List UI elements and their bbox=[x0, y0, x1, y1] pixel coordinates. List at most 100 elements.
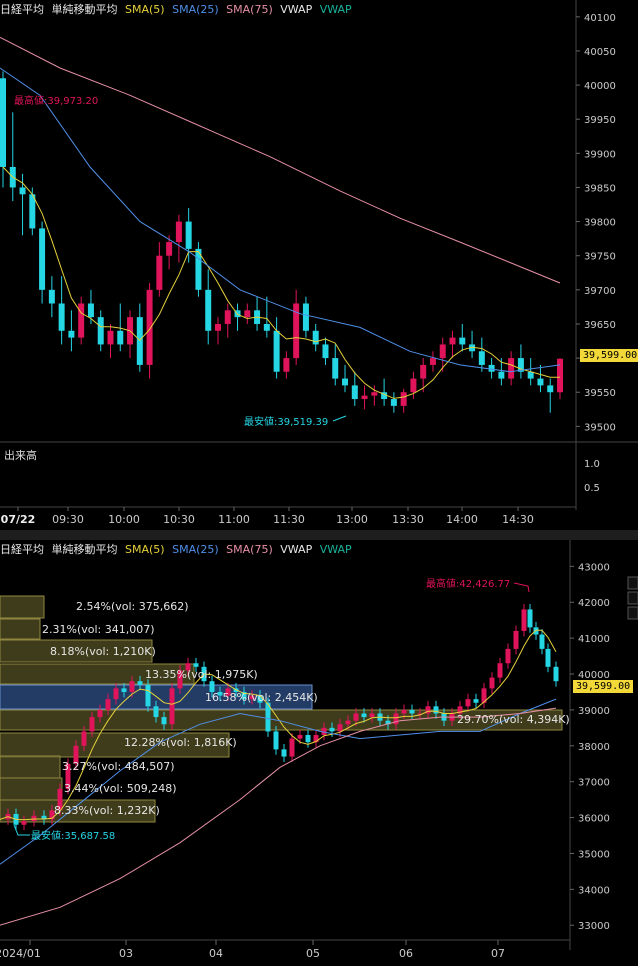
x-tick-label: 04 bbox=[209, 947, 223, 960]
x-tick-label: 07 bbox=[491, 947, 505, 960]
legend-instrument: 日経平均 bbox=[0, 3, 44, 16]
candle-body bbox=[329, 727, 335, 732]
candle-body bbox=[244, 310, 251, 318]
candle-body bbox=[175, 221, 182, 243]
x-tick-label: 10:00 bbox=[108, 513, 140, 526]
intraday-chart-panel[interactable]: 40100 40050 40000 39950 39900 39850 39800 39750… bbox=[0, 0, 638, 530]
candle-body bbox=[322, 344, 329, 359]
high-annotation: 最高値:39,973.20 bbox=[14, 94, 98, 107]
candle-body bbox=[224, 310, 231, 324]
legend-sma5[interactable]: SMA(5) bbox=[125, 543, 165, 556]
volume-profile-label: 16.58%(vol: 2,454K) bbox=[205, 691, 318, 704]
candle-body bbox=[508, 358, 515, 379]
candle-body bbox=[459, 337, 466, 345]
candle-body bbox=[121, 688, 127, 692]
x-tick-label: 05 bbox=[306, 947, 320, 960]
y-tick-label: 33000 bbox=[578, 921, 610, 932]
x-tick-label: 07/22 bbox=[1, 513, 36, 526]
legend-vwap[interactable]: VWAP bbox=[280, 543, 312, 556]
volume-tick-label: 0.5 bbox=[584, 483, 600, 494]
candle-body bbox=[145, 684, 151, 707]
candle-body bbox=[283, 358, 290, 372]
legend-sma75[interactable]: SMA(75) bbox=[226, 3, 273, 16]
candle-body bbox=[185, 221, 192, 249]
candle-body bbox=[342, 378, 349, 386]
legend-vwap-2[interactable]: VWAP bbox=[320, 543, 352, 556]
legend-vwap-2[interactable]: VWAP bbox=[320, 3, 352, 16]
pane-divider[interactable] bbox=[0, 530, 638, 540]
candle-body bbox=[205, 289, 212, 331]
scroll-stub bbox=[627, 606, 638, 620]
y-tick-label: 40050 bbox=[584, 47, 616, 58]
daily-chart-panel[interactable]: 43000 42000 41000 40000 39000 38000 37000 36000… bbox=[0, 540, 638, 963]
x-tick-label: 03 bbox=[119, 947, 133, 960]
candle-body bbox=[193, 663, 199, 667]
candle-body bbox=[312, 330, 319, 345]
candle-body bbox=[353, 713, 359, 721]
legend-sma75[interactable]: SMA(75) bbox=[226, 543, 273, 556]
candle-body bbox=[369, 713, 375, 718]
daily-chart[interactable]: 4300042000410004000039000380003700036000… bbox=[0, 540, 638, 963]
candle-body bbox=[161, 717, 167, 725]
candle-body bbox=[129, 681, 135, 692]
candle-body bbox=[545, 648, 551, 667]
candle-body bbox=[337, 724, 343, 732]
x-tick-label: 14:00 bbox=[446, 513, 478, 526]
candle-body bbox=[489, 677, 495, 689]
intraday-chart[interactable]: 40100 40050 40000 39950 39900 39850 39800 39750… bbox=[0, 0, 638, 530]
candle-body bbox=[547, 385, 554, 393]
x-tick-label: 10:30 bbox=[163, 513, 195, 526]
candle-body bbox=[39, 228, 46, 290]
x-tick-label: 06 bbox=[399, 947, 413, 960]
candle-body bbox=[505, 648, 511, 664]
candle-body bbox=[281, 749, 287, 757]
legend-method: 単純移動平均 bbox=[51, 3, 118, 16]
y-tick-label: 39950 bbox=[584, 115, 616, 126]
candle-body bbox=[533, 627, 539, 635]
candle-body bbox=[400, 392, 407, 406]
candle-body bbox=[465, 699, 471, 707]
candle-body bbox=[97, 709, 103, 718]
candle-body bbox=[153, 706, 159, 718]
y-tick-label: 36000 bbox=[578, 814, 610, 825]
candle-body bbox=[89, 717, 95, 732]
candle-body bbox=[539, 634, 545, 649]
volume-pane-title: 出来高 bbox=[4, 449, 37, 462]
candle-body bbox=[137, 681, 143, 685]
volume-tick-label: 1.0 bbox=[584, 459, 600, 470]
legend-sma25[interactable]: SMA(25) bbox=[172, 543, 219, 556]
candle-body bbox=[68, 330, 75, 338]
high-annotation-arrow bbox=[513, 582, 530, 593]
y-tick-label: 37000 bbox=[578, 778, 610, 789]
low-annotation: 最安値:39,519.39 bbox=[244, 415, 328, 428]
volume-profile-label: 3.27%(vol: 484,507) bbox=[62, 760, 175, 773]
x-tick-label: 09:30 bbox=[52, 513, 84, 526]
legend-sma25[interactable]: SMA(25) bbox=[172, 3, 219, 16]
candle-body bbox=[146, 289, 153, 365]
candle-body bbox=[332, 358, 339, 379]
candle-body bbox=[87, 303, 94, 318]
legend-sma5[interactable]: SMA(5) bbox=[125, 3, 165, 16]
volume-profile-bar bbox=[0, 618, 41, 640]
y-tick-label: 41000 bbox=[578, 634, 610, 645]
candle-body bbox=[107, 330, 114, 345]
candle-body bbox=[297, 735, 303, 739]
candle-body bbox=[361, 395, 368, 400]
candle-body bbox=[273, 731, 279, 750]
x-tick-label: 13:30 bbox=[392, 513, 424, 526]
candle-body bbox=[48, 289, 55, 304]
candle-body bbox=[371, 392, 378, 396]
volume-profile-bar bbox=[0, 755, 61, 779]
candle-body bbox=[557, 358, 563, 393]
current-price-tag: 39,599.00 bbox=[580, 349, 638, 362]
y-tick-label: 43000 bbox=[578, 562, 610, 573]
intraday-legend: 日経平均 単純移動平均 SMA(5) SMA(25) SMA(75) VWAP … bbox=[0, 1, 356, 17]
candle-body bbox=[449, 337, 456, 345]
y-tick-label: 39900 bbox=[584, 149, 616, 160]
candle-body bbox=[537, 378, 544, 386]
current-price-tag: 39,599.00 bbox=[573, 680, 634, 693]
volume-profile-label: 12.28%(vol: 1,816K) bbox=[124, 736, 237, 749]
candle-body bbox=[289, 738, 295, 757]
legend-vwap[interactable]: VWAP bbox=[280, 3, 312, 16]
candle-body bbox=[97, 317, 104, 345]
